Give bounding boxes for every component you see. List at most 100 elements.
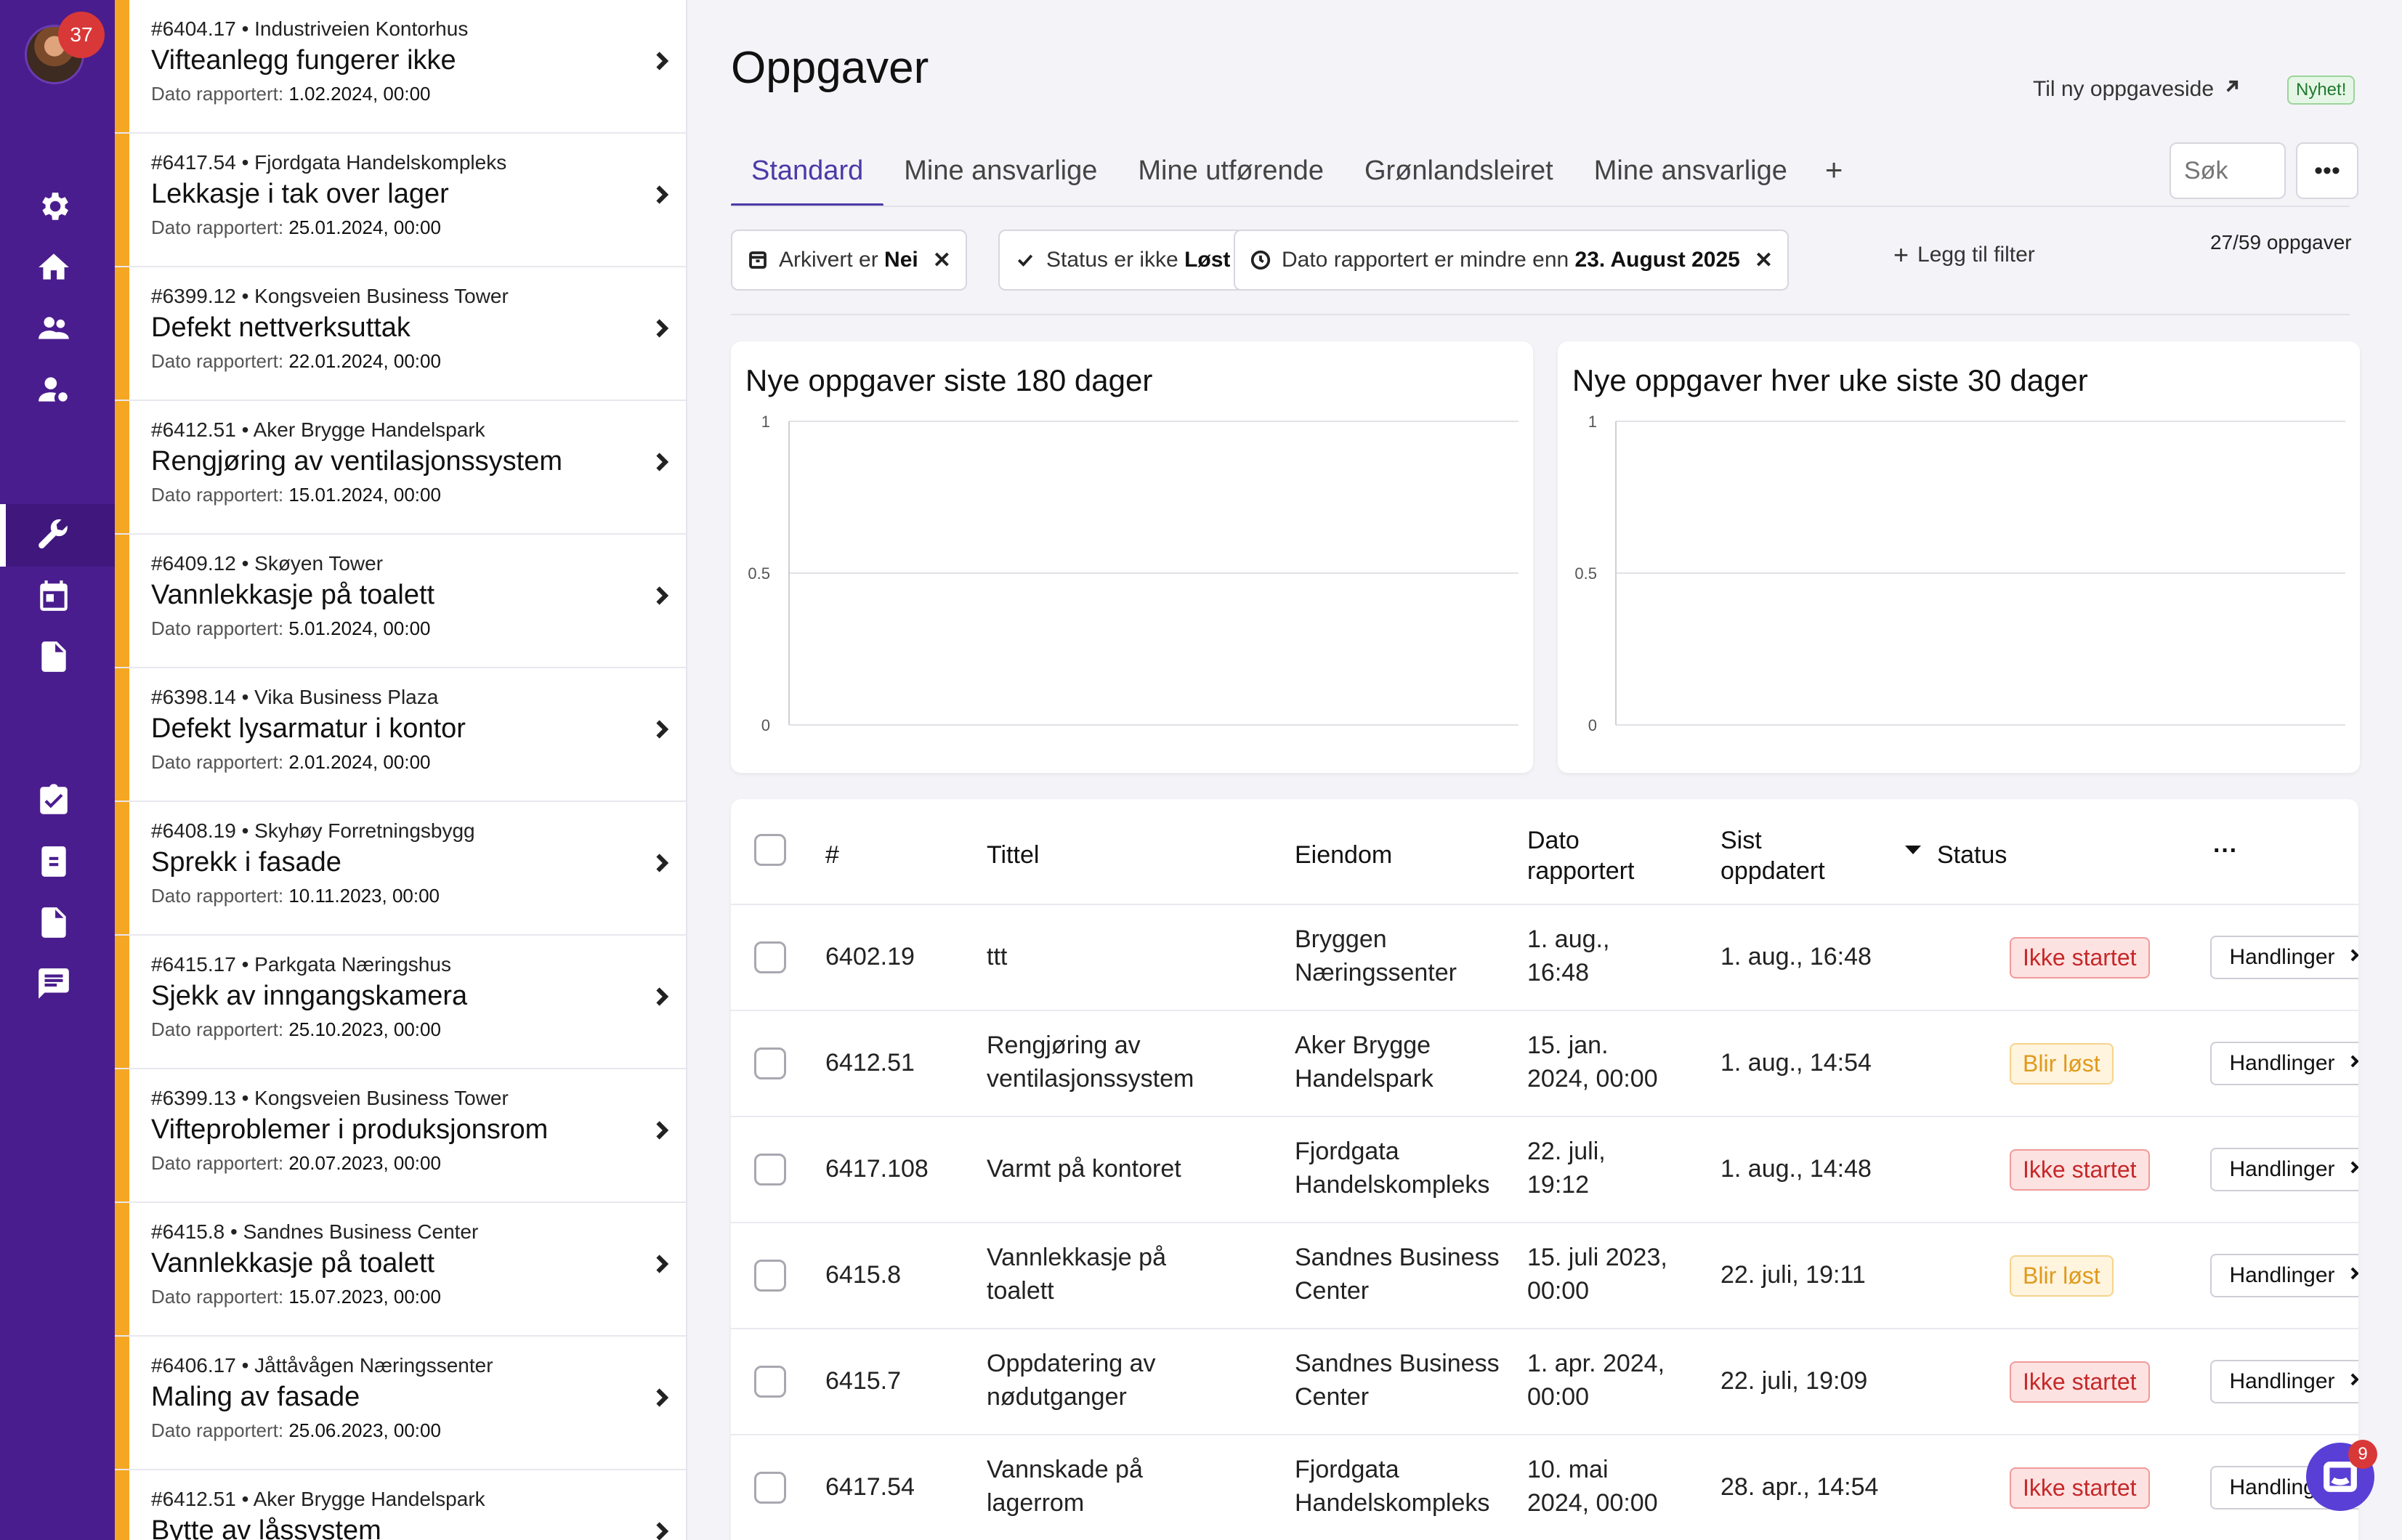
file-icon[interactable] (32, 901, 76, 944)
task-date: Dato rapportert: 15.07.2023, 00:00 (151, 1286, 441, 1308)
table-row[interactable]: 6415.7 Oppdatering av nødutganger Sandnes… (731, 1328, 2358, 1434)
status-badge: Ikke startet (2010, 1149, 2150, 1191)
property-name: Aker Brygge Handelspark (1295, 1029, 1433, 1095)
reported-date: 15. jan. 2024, 00:00 (1527, 1029, 1658, 1095)
task-list-item[interactable]: #6415.8 • Sandnes Business Center Vannle… (115, 1203, 686, 1337)
close-icon[interactable]: ✕ (1755, 248, 1773, 273)
tab-2[interactable]: Mine utførende (1117, 145, 1344, 206)
row-checkbox[interactable] (754, 1366, 786, 1398)
y-tick-label: 0 (761, 716, 770, 734)
home-icon[interactable] (32, 246, 76, 289)
task-list-item[interactable]: #6417.54 • Fjordgata Handelskompleks Lek… (115, 134, 686, 267)
book-icon[interactable] (32, 840, 76, 883)
actions-button[interactable]: Handlinger (2210, 936, 2358, 979)
tab-1[interactable]: Mine ansvarlige (883, 145, 1117, 206)
property-name-line: Handelskompleks (1295, 1489, 1490, 1517)
users-icon[interactable] (32, 307, 76, 350)
table-row[interactable]: 6412.51 Rengjøring av ventilasjonssystem … (731, 1010, 2358, 1116)
task-date-value: 2.01.2024, 00:00 (288, 751, 431, 773)
task-date-label: Dato rapportert: (151, 350, 289, 372)
task-list-item[interactable]: #6408.19 • Skyhøy Forretningsbygg Sprekk… (115, 802, 686, 936)
actions-button[interactable]: Handlinger (2210, 1148, 2358, 1191)
search-input[interactable] (2170, 142, 2286, 199)
tab-0[interactable]: Standard (731, 145, 884, 206)
new-task-page-link[interactable]: Til ny oppgaveside (2033, 76, 2243, 103)
reported-date-line: 15. juli 2023, (1527, 1244, 1667, 1271)
column-header-title[interactable]: Tittel (987, 840, 1039, 870)
gear-icon[interactable] (32, 185, 76, 228)
task-list-item[interactable]: #6404.17 • Industriveien Kontorhus Vifte… (115, 0, 686, 134)
sort-desc-icon[interactable] (1905, 846, 1921, 854)
task-date-label: Dato rapportert: (151, 1419, 289, 1441)
check-icon (1014, 249, 1036, 271)
tab-4[interactable]: Mine ansvarlige (1574, 145, 1808, 206)
column-header-reported-line2: rapportert (1527, 857, 1635, 885)
table-row[interactable]: 6417.108 Varmt på kontoret Fjordgata Hand… (731, 1116, 2358, 1222)
add-tab-button[interactable]: + (1808, 145, 1861, 206)
column-header-number[interactable]: # (825, 840, 839, 870)
task-list-item[interactable]: #6412.51 • Aker Brygge Handelspark Bytte… (115, 1470, 686, 1540)
notification-badge[interactable]: 37 (58, 12, 105, 58)
document-icon[interactable] (32, 635, 76, 678)
table-row[interactable]: 6415.8 Vannlekkasje på toalett Sandnes Bu… (731, 1222, 2358, 1328)
task-date-value: 25.06.2023, 00:00 (288, 1419, 441, 1441)
chat-icon[interactable] (32, 962, 76, 1005)
nav-active-indicator (0, 504, 6, 567)
column-header-property[interactable]: Eiendom (1295, 840, 1392, 870)
column-header-reported-line1: Dato (1527, 827, 1580, 854)
task-title-line: toalett (987, 1277, 1054, 1305)
task-list-item[interactable]: #6409.12 • Skøyen Tower Vannlekkasje på … (115, 535, 686, 668)
close-icon[interactable]: ✕ (933, 248, 951, 273)
filter-chip-prefix: Dato rapportert er mindre enn (1282, 248, 1575, 272)
chart-180-days: 10.50 (748, 413, 1519, 734)
external-link-icon (2221, 76, 2243, 103)
task-list-item[interactable]: #6406.17 • Jåttåvågen Næringssenter Mali… (115, 1337, 686, 1470)
reported-date-line: 19:12 (1527, 1171, 1590, 1199)
actions-button[interactable]: Handlinger (2210, 1360, 2358, 1403)
more-horizontal-icon: ••• (2314, 156, 2340, 185)
column-header-status[interactable]: Status (1937, 840, 2007, 870)
column-header-updated[interactable]: Sist oppdatert (1720, 825, 1825, 886)
property-name: Fjordgata Handelskompleks (1295, 1453, 1489, 1520)
task-meta: #6398.14 • Vika Business Plaza (151, 686, 439, 708)
filter-chip[interactable]: Dato rapportert er mindre enn 23. August… (1234, 230, 1790, 291)
add-filter-button[interactable]: + Legg til filter (1893, 240, 2035, 270)
actions-button[interactable]: Handlinger (2210, 1042, 2358, 1085)
task-title: Defekt lysarmatur i kontor (151, 713, 466, 744)
task-list-item[interactable]: #6399.12 • Kongsveien Business Tower Def… (115, 267, 686, 401)
task-meta: #6412.51 • Aker Brygge Handelspark (151, 1488, 485, 1510)
wrench-icon[interactable] (32, 513, 76, 556)
y-tick-label: 0.5 (1574, 564, 1597, 583)
task-list-item[interactable]: #6415.17 • Parkgata Næringshus Sjekk av … (115, 936, 686, 1069)
row-checkbox[interactable] (754, 1260, 786, 1292)
updated-date: 28. apr., 14:54 (1720, 1473, 1879, 1501)
task-meta: #6408.19 • Skyhøy Forretningsbygg (151, 819, 475, 842)
task-title: Varmt på kontoret (987, 1152, 1181, 1186)
actions-button-label: Handlinger (2229, 1369, 2335, 1393)
user-settings-icon[interactable] (32, 368, 76, 411)
more-options-button[interactable]: ••• (2296, 142, 2358, 199)
table-row[interactable]: 6402.19 ttt Bryggen Næringssenter 1. aug.… (731, 904, 2358, 1010)
chevron-right-icon (648, 1385, 674, 1411)
task-list-item[interactable]: #6398.14 • Vika Business Plaza Defekt ly… (115, 668, 686, 802)
select-all-checkbox[interactable] (754, 834, 786, 866)
reported-date-line: 22. juli, (1527, 1138, 1606, 1165)
column-options-icon[interactable]: ··· (2213, 835, 2238, 866)
filter-chip-prefix: Status er ikke (1046, 248, 1185, 272)
table-row[interactable]: 6417.54 Vannskade på lagerrom Fjordgata Ha… (731, 1434, 2358, 1540)
chart-panel-30-days: Nye oppgaver hver uke siste 30 dager 1 0.… (1558, 341, 2360, 773)
task-list-item[interactable]: #6412.51 • Aker Brygge Handelspark Rengj… (115, 401, 686, 535)
tab-3[interactable]: Grønlandsleiret (1344, 145, 1574, 206)
row-checkbox[interactable] (754, 1472, 786, 1504)
property-name-line: Bryggen (1295, 925, 1387, 953)
clipboard-check-icon[interactable] (32, 779, 76, 822)
task-list-item[interactable]: #6399.13 • Kongsveien Business Tower Vif… (115, 1069, 686, 1203)
actions-button[interactable]: Handlinger (2210, 1254, 2358, 1297)
column-header-reported[interactable]: Dato rapportert (1527, 825, 1634, 886)
task-date-value: 20.07.2023, 00:00 (288, 1152, 441, 1174)
row-checkbox[interactable] (754, 941, 786, 973)
filter-chip[interactable]: Arkivert er Nei ✕ (731, 230, 967, 291)
row-checkbox[interactable] (754, 1047, 786, 1079)
row-checkbox[interactable] (754, 1154, 786, 1186)
calendar-icon[interactable] (32, 574, 76, 617)
